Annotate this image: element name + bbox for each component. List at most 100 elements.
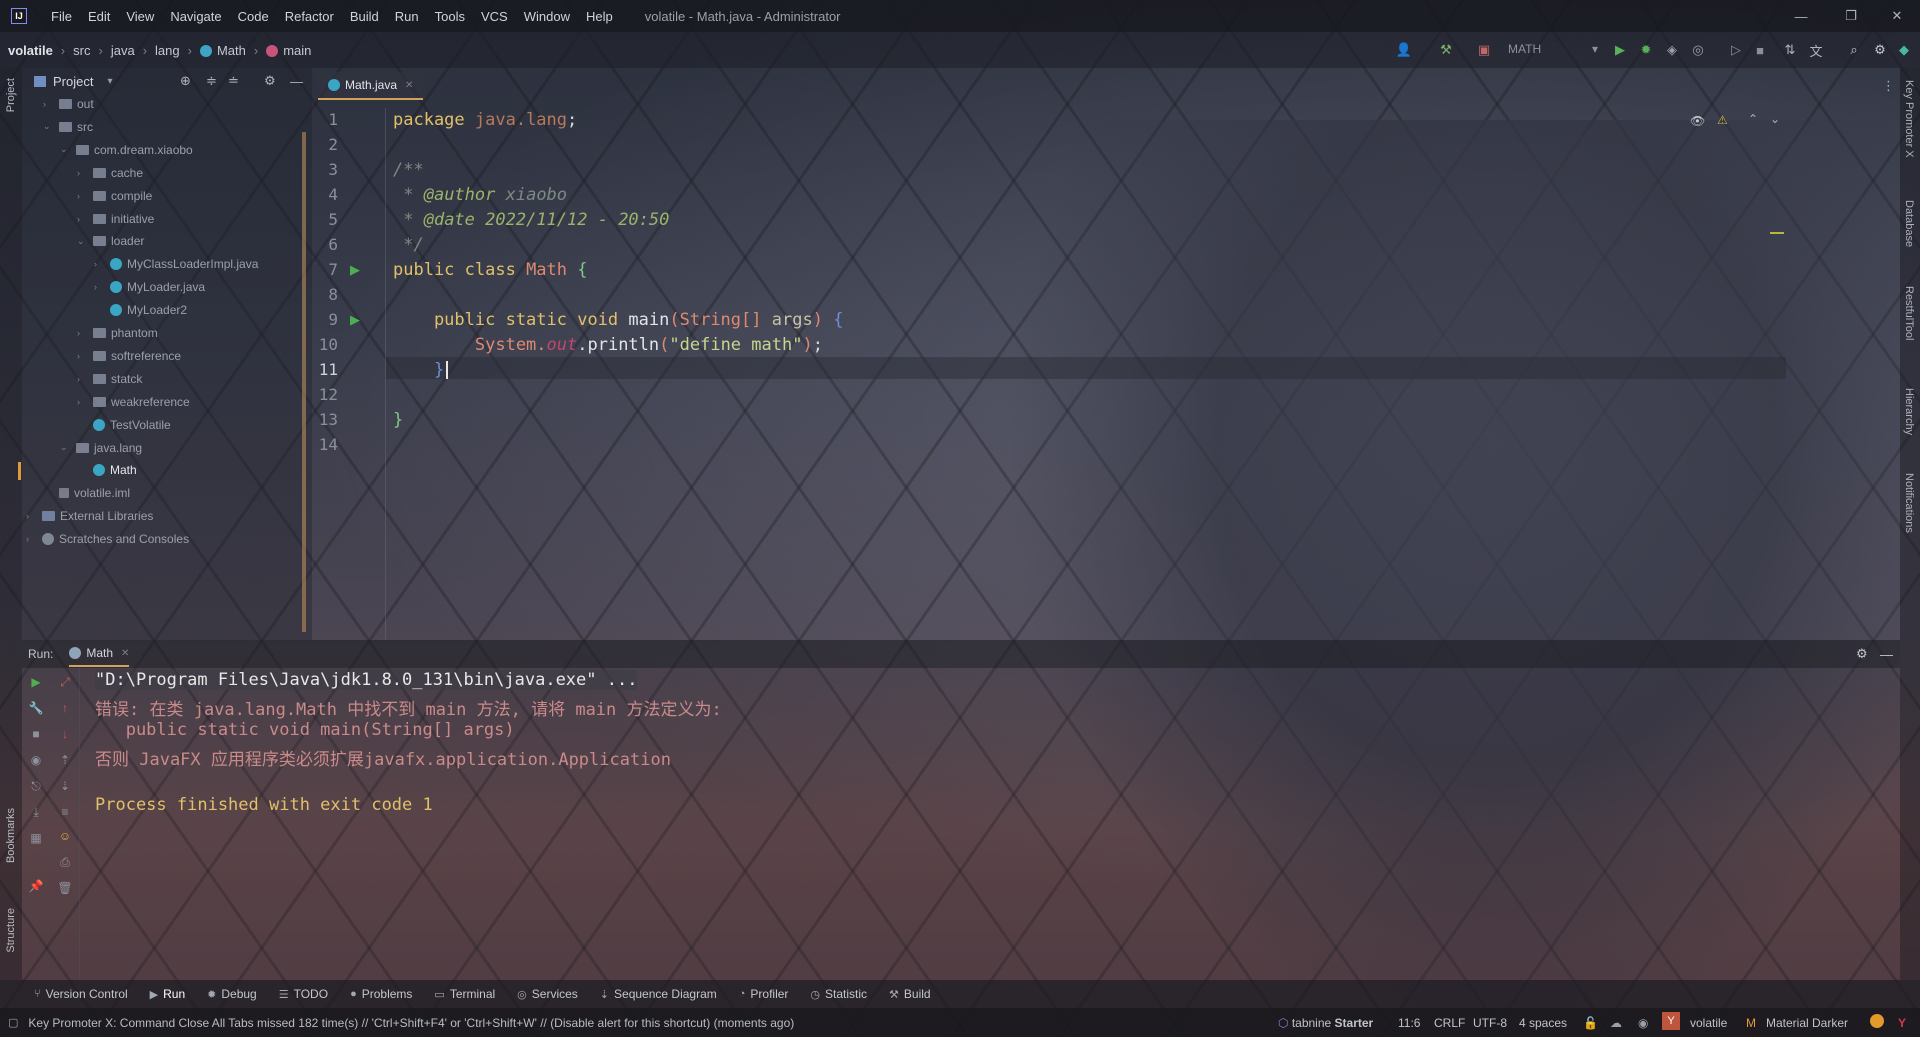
run-icon[interactable]: ▶ bbox=[1612, 42, 1628, 58]
tree-item[interactable]: ⌄ loader bbox=[77, 231, 144, 251]
line-separator[interactable]: CRLF bbox=[1434, 1016, 1465, 1030]
breadcrumb-src[interactable]: src bbox=[73, 43, 90, 58]
tree-item[interactable]: › weakreference bbox=[77, 392, 190, 412]
tree-item[interactable]: › Scratches and Consoles bbox=[26, 529, 189, 549]
chevron-down-icon[interactable]: ⌄ bbox=[1770, 112, 1780, 126]
breadcrumb-java[interactable]: java bbox=[111, 43, 135, 58]
exit-icon[interactable]: ⎋ bbox=[28, 778, 44, 794]
breadcrumb-method[interactable]: main bbox=[266, 43, 311, 58]
database-tab[interactable]: Database bbox=[1903, 200, 1915, 247]
tree-item[interactable]: Math bbox=[77, 460, 137, 480]
chevron-down-icon[interactable]: ⌄ bbox=[60, 144, 70, 155]
hide-run-panel-icon[interactable]: — bbox=[1880, 647, 1893, 662]
chevron-right-icon[interactable]: › bbox=[77, 191, 87, 201]
chevron-right-icon[interactable]: › bbox=[77, 374, 87, 384]
menu-build[interactable]: Build bbox=[342, 9, 387, 24]
arrow-down-icon[interactable]: ↓ bbox=[57, 726, 73, 742]
translate-icon[interactable]: 文 bbox=[1808, 42, 1824, 59]
emoji-icon[interactable]: ☺ bbox=[57, 828, 73, 844]
chevron-right-icon[interactable]: › bbox=[94, 282, 104, 292]
stop-icon[interactable]: ■ bbox=[1752, 42, 1768, 58]
tool-profiler[interactable]: ◔ Profiler bbox=[739, 987, 789, 1001]
menu-tools[interactable]: Tools bbox=[427, 9, 473, 24]
vcs-project[interactable]: volatile bbox=[1690, 1016, 1727, 1030]
tree-item[interactable]: › MyClassLoaderImpl.java bbox=[94, 254, 258, 274]
chevron-down-icon[interactable]: ▾ bbox=[107, 76, 112, 87]
project-tool-tab[interactable]: Project bbox=[5, 78, 17, 112]
tabnine-widget[interactable]: ⬡ tabnine Starter bbox=[1278, 1016, 1373, 1030]
lock-icon[interactable]: 🔓 bbox=[1583, 1016, 1598, 1030]
chevron-up-icon[interactable]: ⌃ bbox=[1748, 112, 1758, 126]
profile-icon[interactable]: ◎ bbox=[1690, 42, 1706, 58]
camera-icon[interactable]: ◉ bbox=[28, 752, 44, 768]
run-config-select[interactable]: MATH ▾ bbox=[1508, 42, 1604, 58]
expand-all-icon[interactable]: ≑ bbox=[206, 73, 217, 89]
print-icon[interactable]: ⎙ bbox=[57, 854, 73, 870]
settings-gear-icon[interactable]: ⚙ bbox=[1872, 42, 1888, 58]
tree-item[interactable]: › compile bbox=[77, 186, 152, 206]
tree-item[interactable]: › phantom bbox=[77, 323, 158, 343]
tree-item[interactable]: ⌄ src bbox=[43, 117, 93, 137]
chevron-down-icon[interactable]: ⌄ bbox=[60, 442, 70, 453]
chevron-right-icon[interactable]: › bbox=[77, 397, 87, 407]
theme-name[interactable]: Material Darker bbox=[1766, 1016, 1848, 1030]
tree-item[interactable]: › initiative bbox=[77, 209, 154, 229]
tool-services[interactable]: ◎ Services bbox=[517, 987, 578, 1001]
chevron-right-icon[interactable]: › bbox=[77, 214, 87, 224]
layout-icon[interactable]: ▦ bbox=[28, 830, 44, 846]
tree-item[interactable]: › MyLoader.java bbox=[94, 277, 205, 297]
menu-edit[interactable]: Edit bbox=[80, 9, 118, 24]
chevron-right-icon[interactable]: › bbox=[77, 351, 87, 361]
indent-setting[interactable]: 4 spaces bbox=[1519, 1016, 1567, 1030]
collapse-all-icon[interactable]: ≐ bbox=[228, 73, 239, 89]
vcs-avatar-icon[interactable]: Y bbox=[1662, 1012, 1680, 1030]
menu-vcs[interactable]: VCS bbox=[473, 9, 516, 24]
bookmarks-tool-tab[interactable]: Bookmarks bbox=[5, 808, 17, 863]
minimize-button[interactable]: — bbox=[1778, 0, 1824, 32]
rerun-failed-icon[interactable]: ⤢ bbox=[57, 674, 73, 690]
intellij-logo-icon[interactable]: IJ bbox=[11, 8, 27, 24]
tree-item[interactable]: › statck bbox=[77, 369, 142, 389]
chevron-right-icon[interactable]: › bbox=[26, 511, 36, 521]
tool-run[interactable]: ▶ Run bbox=[150, 987, 185, 1001]
notifications-tab[interactable]: Notifications bbox=[1903, 473, 1915, 533]
tree-item[interactable]: ⌄ java.lang bbox=[60, 438, 142, 458]
memory-indicator-icon[interactable] bbox=[1870, 1014, 1884, 1028]
debug-icon[interactable]: ✹ bbox=[1638, 42, 1654, 58]
status-message[interactable]: Key Promoter X: Command Close All Tabs m… bbox=[28, 1016, 794, 1030]
options-gear-icon[interactable]: ⚙ bbox=[264, 73, 276, 89]
run-class-gutter-icon[interactable]: ▶ bbox=[350, 262, 360, 278]
menu-help[interactable]: Help bbox=[578, 9, 621, 24]
arrow-up-icon[interactable]: ↑ bbox=[57, 700, 73, 716]
tree-item[interactable]: TestVolatile bbox=[77, 415, 171, 435]
close-button[interactable]: ✕ bbox=[1874, 0, 1920, 32]
stop-icon[interactable]: ■ bbox=[28, 726, 44, 742]
run-tab-math[interactable]: Math ✕ bbox=[69, 641, 130, 667]
tree-item[interactable]: › out bbox=[43, 94, 94, 114]
tab-math-java[interactable]: Math.java ✕ bbox=[318, 72, 424, 100]
tree-item[interactable]: › External Libraries bbox=[26, 506, 153, 526]
menu-run[interactable]: Run bbox=[387, 9, 427, 24]
reader-mode-icon[interactable]: 👁 bbox=[1690, 114, 1705, 128]
tool-todo[interactable]: ☰ TODO bbox=[279, 987, 328, 1001]
hierarchy-tab[interactable]: Hierarchy bbox=[1903, 388, 1915, 435]
panel-splitter[interactable] bbox=[302, 132, 306, 632]
tool-sequence-diagram[interactable]: ⇣ Sequence Diagram bbox=[600, 987, 717, 1001]
restore-button[interactable]: ❐ bbox=[1828, 0, 1874, 32]
rerun-icon[interactable]: ▶ bbox=[28, 674, 44, 690]
material-theme-icon[interactable]: M bbox=[1746, 1016, 1756, 1030]
tree-item[interactable]: ⌄ com.dream.xiaobo bbox=[60, 140, 193, 160]
close-tab-icon[interactable]: ✕ bbox=[405, 80, 413, 91]
pin-icon[interactable]: 📌 bbox=[28, 878, 44, 894]
error-stripe-marker[interactable] bbox=[1770, 232, 1784, 234]
menu-navigate[interactable]: Navigate bbox=[162, 9, 229, 24]
search-icon[interactable]: ⌕ bbox=[1846, 42, 1862, 58]
chevron-right-icon[interactable]: › bbox=[77, 168, 87, 178]
notification-icon[interactable]: Y bbox=[1898, 1016, 1906, 1030]
tree-item[interactable]: › cache bbox=[77, 163, 143, 183]
user-icon[interactable]: 👤 bbox=[1396, 42, 1412, 58]
breadcrumb-project[interactable]: volatile bbox=[8, 43, 53, 58]
breadcrumb-lang[interactable]: lang bbox=[155, 43, 180, 58]
breadcrumb-class[interactable]: Math bbox=[199, 43, 246, 58]
run-method-gutter-icon[interactable]: ▶ bbox=[350, 312, 360, 328]
